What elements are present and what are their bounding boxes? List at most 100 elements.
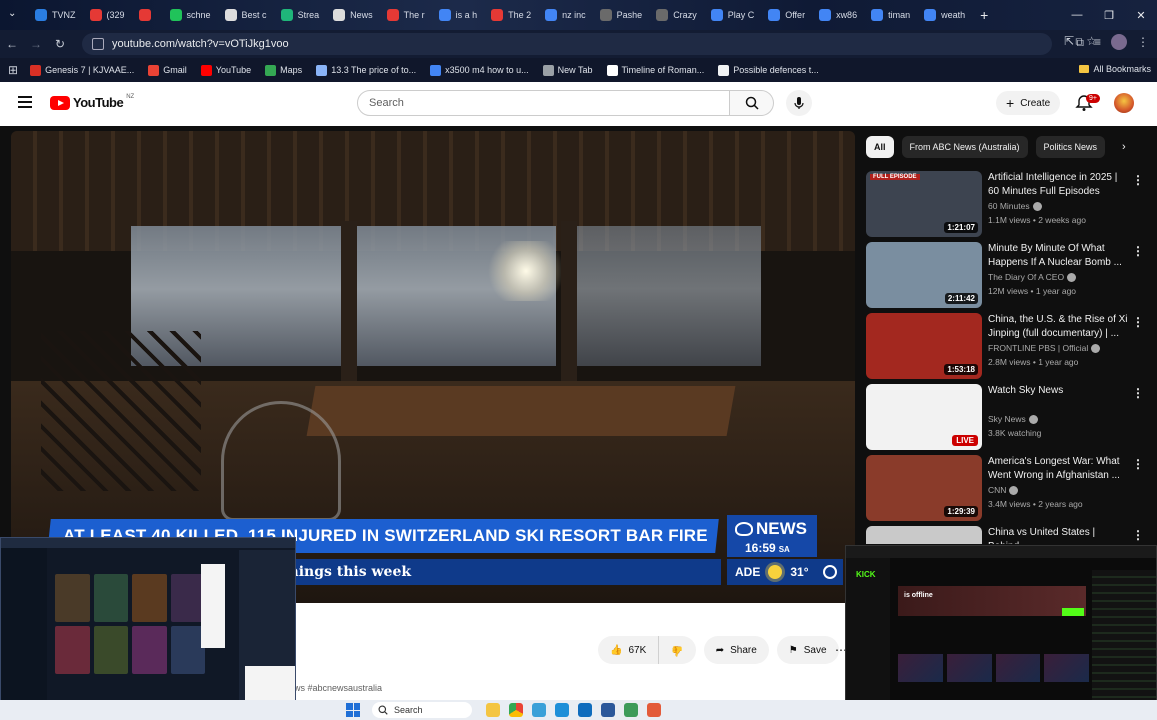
chrome-menu-icon[interactable]: ⋮ [1137,35,1149,49]
site-info-icon[interactable] [92,38,104,50]
menu-icon[interactable] [18,96,32,108]
filter-chip[interactable]: Politics News [1035,136,1106,158]
app-icon[interactable] [624,703,638,717]
video-hashtags[interactable]: ws #abcnewsaustralia [294,683,382,693]
more-options-icon[interactable]: ⋮ [1132,457,1144,471]
recommended-video[interactable]: 1:29:39 America's Longest War: What Went … [866,455,1152,521]
install-app-icon[interactable]: ⇱ [1064,34,1074,48]
mail-icon[interactable] [578,703,592,717]
video-title[interactable]: Artificial Intelligence in 2025 | 60 Min… [988,171,1128,199]
share-button[interactable]: ➦ Share [703,636,769,664]
bookmark-item[interactable]: Timeline of Roman... [606,64,704,76]
profile-avatar[interactable] [1111,34,1127,50]
video-player[interactable]: AT LEAST 40 KILLED, 115 INJURED IN SWITZ… [11,131,855,603]
browser-tab[interactable]: TVNZ [28,2,83,28]
windows-start-icon[interactable] [346,703,360,717]
file-explorer-icon[interactable] [486,703,500,717]
chevron-right-icon[interactable]: › [1122,141,1126,153]
bookmark-item[interactable]: YouTube [200,64,251,76]
browser-tab[interactable]: is a h [432,2,485,28]
video-title[interactable]: Watch Sky News [988,384,1128,398]
channel-name[interactable]: FRONTLINE PBS | Official [988,343,1101,353]
filter-chip[interactable]: All [866,136,894,158]
video-thumbnail[interactable]: 2:11:42 [866,242,982,308]
video-title[interactable]: China, the U.S. & the Rise of Xi Jinping… [988,313,1128,341]
browser-tab[interactable]: Play C [704,2,762,28]
chrome-icon[interactable] [509,703,523,717]
bookmark-item[interactable]: Gmail [148,64,187,76]
reload-icon[interactable]: ↻ [48,37,72,51]
recommended-video[interactable]: 2:11:42 Minute By Minute Of What Happens … [866,242,1152,308]
browser-tab[interactable]: Strea [274,2,327,28]
maximize-icon[interactable]: ❐ [1093,9,1125,22]
new-tab-button[interactable]: + [972,7,996,23]
recommended-video[interactable]: FULL EPISODE 1:21:07 Artificial Intelligen… [866,171,1152,237]
browser-tab[interactable]: timan [864,2,917,28]
bookmark-item[interactable]: 13.3 The price of to... [316,64,416,76]
recommended-video[interactable]: China vs United States | Behind ⋮ [866,526,1152,544]
more-options-icon[interactable]: ⋮ [1132,386,1144,400]
all-bookmarks[interactable]: All Bookmarks [1079,64,1151,74]
bookmark-item[interactable]: Possible defences t... [718,64,819,76]
channel-name[interactable]: The Diary Of A CEO [988,272,1077,282]
video-title[interactable]: America's Longest War: What Went Wrong i… [988,455,1128,483]
browser-tab[interactable]: Best c [218,2,274,28]
video-title[interactable]: China vs United States | Behind [988,526,1128,544]
channel-name[interactable]: 60 Minutes [988,201,1042,211]
search-button[interactable] [730,90,774,116]
video-thumbnail[interactable]: 1:29:39 [866,455,982,521]
more-options-icon[interactable]: ⋮ [1132,173,1144,187]
tab-search-icon[interactable]: ⌄ [8,8,16,19]
recommended-video[interactable]: LIVE Watch Sky News Sky News 3.8K watching ⋮ [866,384,1152,450]
address-bar[interactable]: youtube.com/watch?v=vOTiJkg1voo [82,33,1052,55]
video-thumbnail[interactable]: LIVE [866,384,982,450]
close-icon[interactable]: ✕ [1125,9,1157,22]
bookmark-item[interactable]: New Tab [542,64,593,76]
bookmark-item[interactable]: Maps [265,64,302,76]
channel-name[interactable]: CNN [988,485,1019,495]
more-options-icon[interactable]: ⋮ [1132,315,1144,329]
apps-grid-icon[interactable]: ⊞ [8,63,18,77]
channel-name[interactable]: Sky News [988,414,1038,424]
voice-search-button[interactable] [786,90,812,116]
reading-list-icon[interactable]: ≡ [1094,35,1101,49]
search-input[interactable]: Search [357,90,730,116]
browser-tab[interactable]: Offer [761,2,812,28]
browser-tab[interactable]: (329 [83,2,132,28]
browser-tab[interactable]: News [326,2,380,28]
taskbar-search[interactable]: Search [372,702,472,718]
browser-tab[interactable]: schne [163,2,218,28]
back-icon[interactable]: ← [0,37,24,51]
browser-tab[interactable]: nz inc [538,2,593,28]
video-thumbnail[interactable]: 1:53:18 [866,313,982,379]
more-options-icon[interactable]: ⋮ [1132,244,1144,258]
overlay-window-casino[interactable] [0,537,296,714]
video-title[interactable]: Minute By Minute Of What Happens If A Nu… [988,242,1128,270]
browser-tab[interactable]: Crazy [649,2,704,28]
create-button[interactable]: + Create [996,91,1061,115]
save-button[interactable]: ⚑ Save [776,636,839,664]
video-thumbnail[interactable] [866,526,982,544]
edge-icon[interactable] [555,703,569,717]
youtube-logo[interactable]: YouTube NZ [50,94,134,110]
dislike-button[interactable]: 👍 [659,636,696,664]
like-button[interactable]: 👍 67K [598,636,660,664]
extensions-icon[interactable]: ⧉ [1075,35,1084,50]
filter-chip[interactable]: From ABC News (Australia) [901,136,1028,158]
app-icon[interactable] [601,703,615,717]
account-avatar[interactable] [1114,93,1134,113]
more-options-icon[interactable]: ⋮ [1132,528,1144,542]
minimize-icon[interactable]: — [1061,9,1093,21]
overlay-window-kick[interactable]: KICK is offline [845,545,1157,713]
video-thumbnail[interactable]: FULL EPISODE 1:21:07 [866,171,982,237]
app-icon[interactable] [532,703,546,717]
browser-tab[interactable] [132,2,163,28]
browser-tab[interactable]: The r [380,2,432,28]
app-icon[interactable] [647,703,661,717]
forward-icon[interactable]: → [24,37,48,51]
recommended-video[interactable]: 1:53:18 China, the U.S. & the Rise of Xi … [866,313,1152,379]
browser-tab[interactable]: The 2 [484,2,538,28]
browser-tab[interactable]: xw86 [812,2,864,28]
follow-button[interactable] [1062,608,1084,616]
browser-tab[interactable]: weath [917,2,972,28]
